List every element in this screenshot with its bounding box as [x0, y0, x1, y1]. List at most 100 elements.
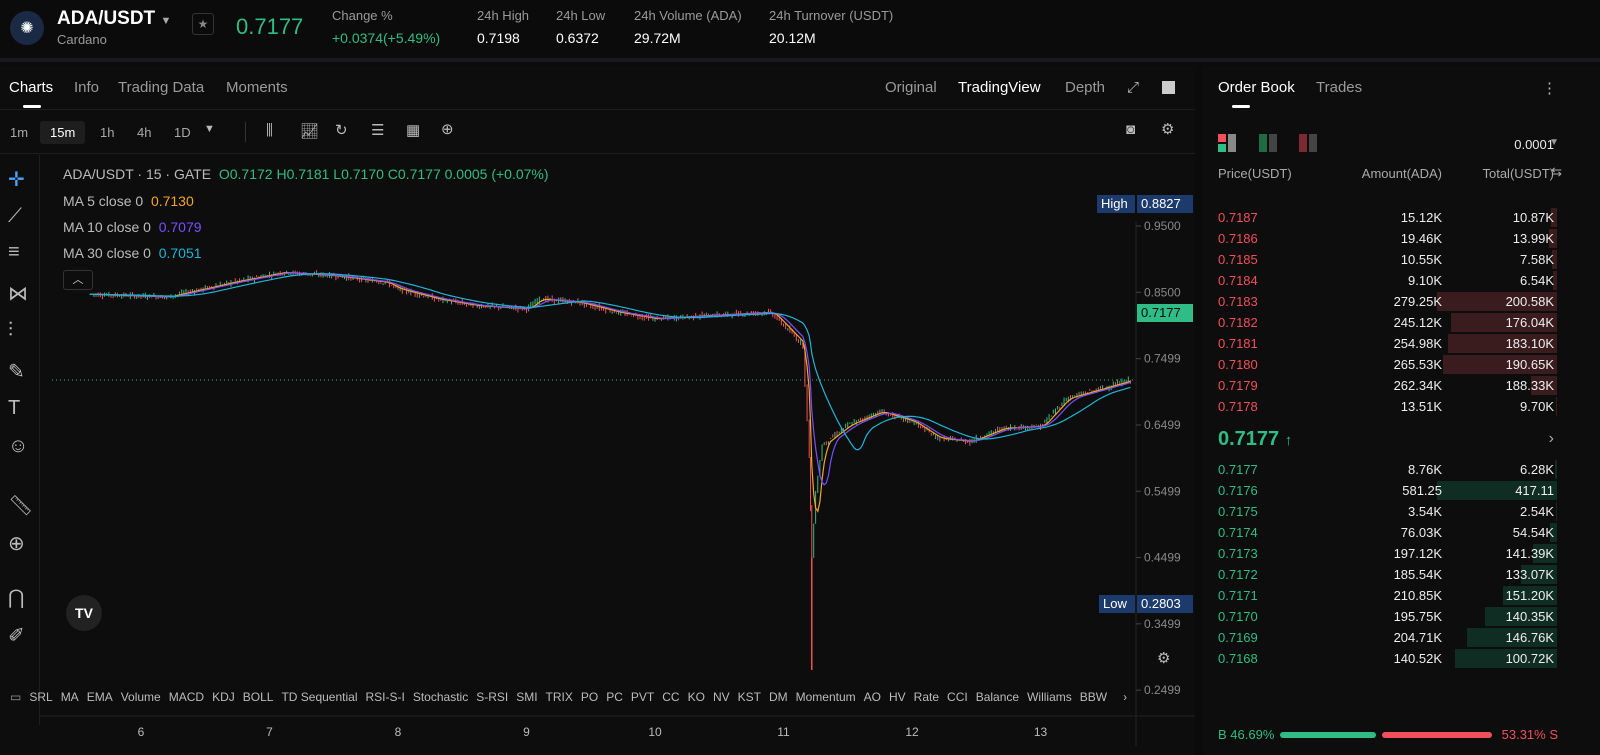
low-value: 0.2803 — [1137, 595, 1193, 613]
indicator-po[interactable]: PO — [581, 690, 598, 704]
amount: 265.53K — [1393, 357, 1442, 372]
price: 0.7177 — [1218, 462, 1258, 477]
low-label: Low — [1099, 595, 1135, 613]
ask-row[interactable]: 0.7184 9.10K 6.54K — [1202, 270, 1600, 291]
price: 0.7179 — [1218, 378, 1258, 393]
view-bids-icon[interactable] — [1259, 134, 1279, 152]
indicator-williams[interactable]: Williams — [1027, 690, 1072, 704]
pair-selector[interactable]: ADA/USDT ▼ — [57, 8, 171, 30]
x-tick-label: 12 — [905, 725, 919, 739]
chevron-down-icon: ▼ — [160, 15, 172, 27]
stat-turnover: 24h Turnover (USDT) 20.12M — [769, 8, 894, 46]
indicator-dm[interactable]: DM — [769, 690, 788, 704]
more-icon[interactable]: ⋮ — [1542, 79, 1557, 97]
buy-bar — [1280, 732, 1376, 738]
bid-row[interactable]: 0.7172 185.54K 133.07K — [1202, 564, 1600, 585]
price: 0.7186 — [1218, 231, 1258, 246]
amount: 197.12K — [1393, 546, 1442, 561]
bid-row[interactable]: 0.7175 3.54K 2.54K — [1202, 501, 1600, 522]
ask-row[interactable]: 0.7182 245.12K 176.04K — [1202, 312, 1600, 333]
price: 0.7184 — [1218, 273, 1258, 288]
stat-high: 24h High 0.7198 — [477, 8, 530, 46]
tab-trades[interactable]: Trades — [1316, 79, 1362, 96]
indicator-ao[interactable]: AO — [864, 690, 881, 704]
indicator-kdj[interactable]: KDJ — [212, 690, 235, 704]
ask-row[interactable]: 0.7183 279.25K 200.58K — [1202, 291, 1600, 312]
amount: 279.25K — [1393, 294, 1442, 309]
sell-ratio: 53.31% S — [1501, 727, 1558, 742]
bid-row[interactable]: 0.7174 76.03K 54.54K — [1202, 522, 1600, 543]
indicator-ko[interactable]: KO — [688, 690, 705, 704]
ask-row[interactable]: 0.7186 19.46K 13.99K — [1202, 228, 1600, 249]
calendar-icon[interactable]: ▭ — [10, 690, 21, 704]
ma5-legend: MA 5 close 0 0.7130 — [63, 193, 194, 209]
bid-row[interactable]: 0.7169 204.71K 146.76K — [1202, 627, 1600, 648]
total: 7.58K — [1520, 252, 1554, 267]
high-value: 0.8827 — [1137, 195, 1193, 213]
stat-low: 24h Low 0.6372 — [556, 8, 606, 46]
bid-row[interactable]: 0.7176 581.25 417.11 — [1202, 480, 1600, 501]
price: 0.7183 — [1218, 294, 1258, 309]
indicator-trix[interactable]: TRIX — [546, 690, 573, 704]
chart-panel: Charts Info Trading Data Moments Origina… — [0, 66, 1195, 755]
indicator-ma[interactable]: MA — [61, 690, 79, 704]
indicator-td-sequential[interactable]: TD Sequential — [281, 690, 357, 704]
indicator-stochastic[interactable]: Stochastic — [413, 690, 468, 704]
chart-settings-icon[interactable]: ⚙ — [1157, 649, 1170, 667]
price: 0.7168 — [1218, 651, 1258, 666]
indicator-pvt[interactable]: PVT — [631, 690, 654, 704]
indicator-rsi-s-i[interactable]: RSI-S-I — [365, 690, 404, 704]
tab-order-book[interactable]: Order Book — [1218, 79, 1295, 108]
favorite-star-icon[interactable]: ★ — [192, 13, 214, 35]
price: 0.7171 — [1218, 588, 1258, 603]
total: 151.20K — [1505, 588, 1554, 603]
indicator-s-rsi[interactable]: S-RSI — [476, 690, 508, 704]
indicator-hv[interactable]: HV — [889, 690, 906, 704]
indicator-nv[interactable]: NV — [713, 690, 730, 704]
bid-row[interactable]: 0.7171 210.85K 151.20K — [1202, 585, 1600, 606]
indicator-pc[interactable]: PC — [606, 690, 623, 704]
amount: 15.12K — [1400, 210, 1442, 225]
x-tick-label: 9 — [523, 725, 530, 739]
total: 183.10K — [1505, 336, 1554, 351]
indicator-cc[interactable]: CC — [662, 690, 679, 704]
collapse-legend-button[interactable]: ︿ — [63, 270, 93, 290]
ask-row[interactable]: 0.7185 10.55K 7.58K — [1202, 249, 1600, 270]
bid-row[interactable]: 0.7173 197.12K 141.39K — [1202, 543, 1600, 564]
tradingview-logo: TV — [66, 595, 102, 631]
indicator-bbw[interactable]: BBW — [1080, 690, 1107, 704]
amount: 9.10K — [1408, 273, 1442, 288]
total: 141.39K — [1505, 546, 1554, 561]
amount: 10.55K — [1400, 252, 1442, 267]
indicator-ema[interactable]: EMA — [87, 690, 113, 704]
precision-select[interactable]: 0.0001 — [1514, 137, 1554, 152]
ask-row[interactable]: 0.7178 13.51K 9.70K — [1202, 396, 1600, 417]
ask-row[interactable]: 0.7179 262.34K 188.33K — [1202, 375, 1600, 396]
indicator-boll[interactable]: BOLL — [243, 690, 274, 704]
indicator-srl[interactable]: SRL — [29, 690, 52, 704]
amount: 185.54K — [1393, 567, 1442, 582]
scroll-right-icon[interactable]: › — [1123, 690, 1127, 704]
indicator-balance[interactable]: Balance — [976, 690, 1019, 704]
bid-row[interactable]: 0.7177 8.76K 6.28K — [1202, 459, 1600, 480]
ask-row[interactable]: 0.7181 254.98K 183.10K — [1202, 333, 1600, 354]
indicator-rate[interactable]: Rate — [914, 690, 939, 704]
indicator-macd[interactable]: MACD — [169, 690, 204, 704]
ask-row[interactable]: 0.7187 15.12K 10.87K — [1202, 207, 1600, 228]
view-asks-icon[interactable] — [1299, 134, 1319, 152]
indicator-kst[interactable]: KST — [738, 690, 761, 704]
indicator-smi[interactable]: SMI — [516, 690, 537, 704]
bid-row[interactable]: 0.7168 140.52K 100.72K — [1202, 648, 1600, 669]
amount: 76.03K — [1400, 525, 1442, 540]
chevron-right-icon[interactable]: › — [1549, 430, 1554, 448]
view-both-icon[interactable] — [1218, 134, 1238, 152]
depth-bar — [1555, 502, 1557, 521]
swap-icon[interactable]: ⇆ — [1551, 164, 1562, 180]
ask-row[interactable]: 0.7180 265.53K 190.65K — [1202, 354, 1600, 375]
bid-row[interactable]: 0.7170 195.75K 140.35K — [1202, 606, 1600, 627]
depth-bar — [1554, 460, 1557, 479]
total: 176.04K — [1505, 315, 1554, 330]
indicator-volume[interactable]: Volume — [121, 690, 161, 704]
indicator-momentum[interactable]: Momentum — [796, 690, 856, 704]
indicator-cci[interactable]: CCI — [947, 690, 968, 704]
